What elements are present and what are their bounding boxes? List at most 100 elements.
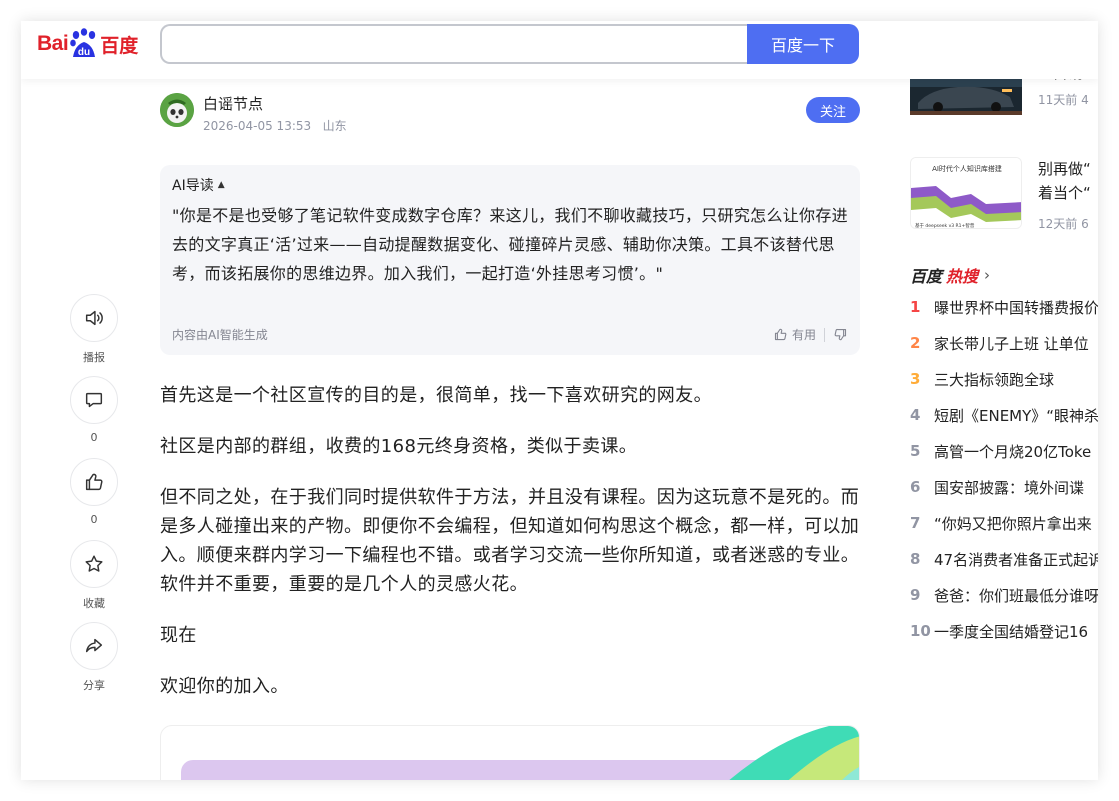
hot-rank: 1 — [910, 298, 921, 316]
thumbs-up-icon — [85, 473, 103, 491]
hot-rank: 7 — [910, 514, 921, 532]
ai-summary-title: AI导读 — [172, 178, 214, 194]
rail-item-like: 0 — [69, 458, 119, 540]
hot-text: 曝世界杯中国转播费报价 — [934, 298, 1098, 317]
thumbs-up-icon — [774, 328, 787, 341]
search-input[interactable] — [162, 26, 749, 62]
hot-search-item[interactable]: 6 国安部披露：境外间谍 — [910, 469, 1098, 505]
hot-text: “你妈又把你照片拿出来 — [934, 514, 1092, 533]
share-icon — [85, 638, 103, 653]
hot-search-item[interactable]: 9 爸爸：你们班最低分谁呀 — [910, 577, 1098, 613]
hot-search-item[interactable]: 8 47名消费者准备正式起诉 — [910, 541, 1098, 577]
hot-text: 三大指标领跑全球 — [934, 370, 1055, 389]
hot-text: 国安部披露：境外间谍 — [934, 478, 1085, 497]
ai-summary-box: AI导读 ▲ "你是不是也受够了笔记软件变成数字仓库？来这儿，我们不聊收藏技巧，… — [160, 165, 860, 355]
ai-summary-text: "你是不是也受够了笔记软件变成数字仓库？来这儿，我们不聊收藏技巧，只研究怎么让你… — [172, 206, 848, 283]
hot-rank: 10 — [910, 622, 931, 640]
related-card[interactable]: AI时代个人知识库搭建 基于 deepseek v3 R1+智普 别再做“ 着当… — [910, 157, 1098, 231]
hot-text: 家长带儿子上班 让单位 — [934, 334, 1089, 353]
hot-search-item[interactable]: 5 高管一个月烧20亿Toke — [910, 433, 1098, 469]
chevron-right-icon: › — [984, 266, 991, 284]
not-useful-button[interactable] — [833, 327, 848, 342]
ai-summary-footer: 内容由AI智能生成 有用 — [172, 326, 848, 343]
author-meta: 2026-04-05 13:53 山东 — [203, 117, 347, 134]
hot-rank: 3 — [910, 370, 921, 388]
favorite-button[interactable] — [70, 540, 118, 588]
search-box — [160, 24, 749, 64]
caret-up-icon: ▲ — [217, 180, 225, 190]
hot-search-item[interactable]: 2 家长带儿子上班 让单位 — [910, 325, 1098, 361]
hot-rank: 9 — [910, 586, 921, 604]
svg-text:基于 deepseek v3 R1+智普: 基于 deepseek v3 R1+智普 — [915, 222, 975, 229]
avatar[interactable] — [160, 93, 194, 127]
hot-search-item[interactable]: 10 一季度全国结婚登记16 — [910, 613, 1098, 649]
article: 白谣节点 2026-04-05 13:53 山东 关注 AI导读 ▲ "你是不是… — [160, 79, 860, 780]
useful-label: 有用 — [791, 328, 816, 342]
article-paragraph: 欢迎你的加入。 — [160, 676, 289, 697]
article-paragraph: 社区是内部的群组，收费的168元终身资格，类似于卖课。 — [160, 436, 638, 457]
hot-text: 47名消费者准备正式起诉 — [934, 550, 1098, 569]
hot-text: 短剧《ENEMY》“眼神杀 — [934, 406, 1098, 425]
rail-item-favorite: 收藏 — [69, 540, 119, 622]
hot-rank: 6 — [910, 478, 921, 496]
svg-text:du: du — [78, 47, 90, 58]
article-paragraph: 首先这是一个社区宣传的目的是，很简单，找一下喜欢研究的网友。 — [160, 385, 712, 406]
author-name[interactable]: 白谣节点 — [203, 93, 263, 114]
star-icon — [85, 555, 103, 572]
hot-rank: 4 — [910, 406, 921, 424]
share-button[interactable] — [70, 622, 118, 670]
broadcast-label: 播报 — [83, 351, 105, 364]
hot-text: 高管一个月烧20亿Toke — [934, 442, 1092, 461]
comment-button[interactable] — [70, 376, 118, 424]
ai-feedback: 有用 — [773, 326, 848, 343]
author-bar: 白谣节点 2026-04-05 13:53 山东 关注 — [160, 79, 860, 151]
hot-rank: 2 — [910, 334, 921, 352]
like-button[interactable] — [70, 458, 118, 506]
comment-icon — [85, 392, 103, 408]
speaker-icon — [85, 310, 103, 326]
card-meta: 11天前 4 — [1038, 93, 1089, 107]
hot-rank: 5 — [910, 442, 921, 460]
card-title-line1: 别再做“ — [1038, 160, 1091, 178]
ai-summary-toggle[interactable]: AI导读 ▲ — [172, 175, 848, 195]
publish-datetime: 2026-04-05 13:53 — [203, 119, 312, 133]
article-paragraph: 现在 — [160, 625, 197, 646]
hot-search-item[interactable]: 1 曝世界杯中国转播费报价 — [910, 289, 1098, 325]
hot-title-resou: 热搜 — [946, 267, 979, 286]
hot-search-item[interactable]: 4 短剧《ENEMY》“眼神杀 — [910, 397, 1098, 433]
hot-text: 爸爸：你们班最低分谁呀 — [934, 586, 1098, 605]
ai-source-note: 内容由AI智能生成 — [172, 328, 268, 342]
favorite-label: 收藏 — [83, 597, 105, 610]
hot-search-list: 1 曝世界杯中国转播费报价 2 家长带儿子上班 让单位 3 三大指标领跑全球 4 短剧《ENE… — [910, 289, 1098, 649]
rail-item-share: 分享 — [69, 622, 119, 704]
top-header: Bai du 百度 百度一下 — [21, 21, 1098, 79]
broadcast-button[interactable] — [70, 294, 118, 342]
baidu-logo[interactable]: Bai du 百度 — [37, 26, 138, 62]
article-paragraph: 但不同之处，在于我们同时提供软件于方法，并且没有课程。因为这玩意不是死的。而是多… — [160, 487, 860, 595]
thumbs-down-icon — [834, 328, 847, 341]
useful-button[interactable]: 有用 — [773, 326, 816, 343]
hot-search-item[interactable]: 7 “你妈又把你照片拿出来 — [910, 505, 1098, 541]
card-meta: 12天前 6 — [1038, 217, 1089, 231]
page-frame: Bai du 百度 百度一下 播报 0 0 收藏 分享 白谣节点 2026-04… — [21, 21, 1098, 780]
hot-rank: 8 — [910, 550, 921, 568]
logo-text-bai: Bai — [37, 32, 69, 55]
publish-location: 山东 — [322, 119, 347, 133]
follow-button[interactable]: 关注 — [806, 97, 860, 123]
hot-search-header[interactable]: 百度 热搜 › — [910, 263, 990, 287]
article-image — [160, 725, 860, 780]
card-thumbnail: AI时代个人知识库搭建 基于 deepseek v3 R1+智普 — [910, 157, 1022, 229]
search-button[interactable]: 百度一下 — [747, 24, 859, 64]
divider — [824, 327, 825, 342]
share-label: 分享 — [83, 679, 105, 692]
rail-item-broadcast: 播报 — [69, 294, 119, 376]
rail-item-comment: 0 — [69, 376, 119, 458]
paw-icon: du — [69, 28, 99, 60]
like-count: 0 — [90, 513, 98, 526]
svg-text:AI时代个人知识库搭建: AI时代个人知识库搭建 — [932, 164, 1002, 173]
logo-text-cn: 百度 — [100, 34, 139, 57]
hot-title-baidu: 百度 — [910, 267, 943, 286]
hot-search-item[interactable]: 3 三大指标领跑全球 — [910, 361, 1098, 397]
action-rail: 播报 0 0 收藏 分享 — [69, 294, 119, 704]
hot-text: 一季度全国结婚登记16 — [934, 622, 1089, 641]
